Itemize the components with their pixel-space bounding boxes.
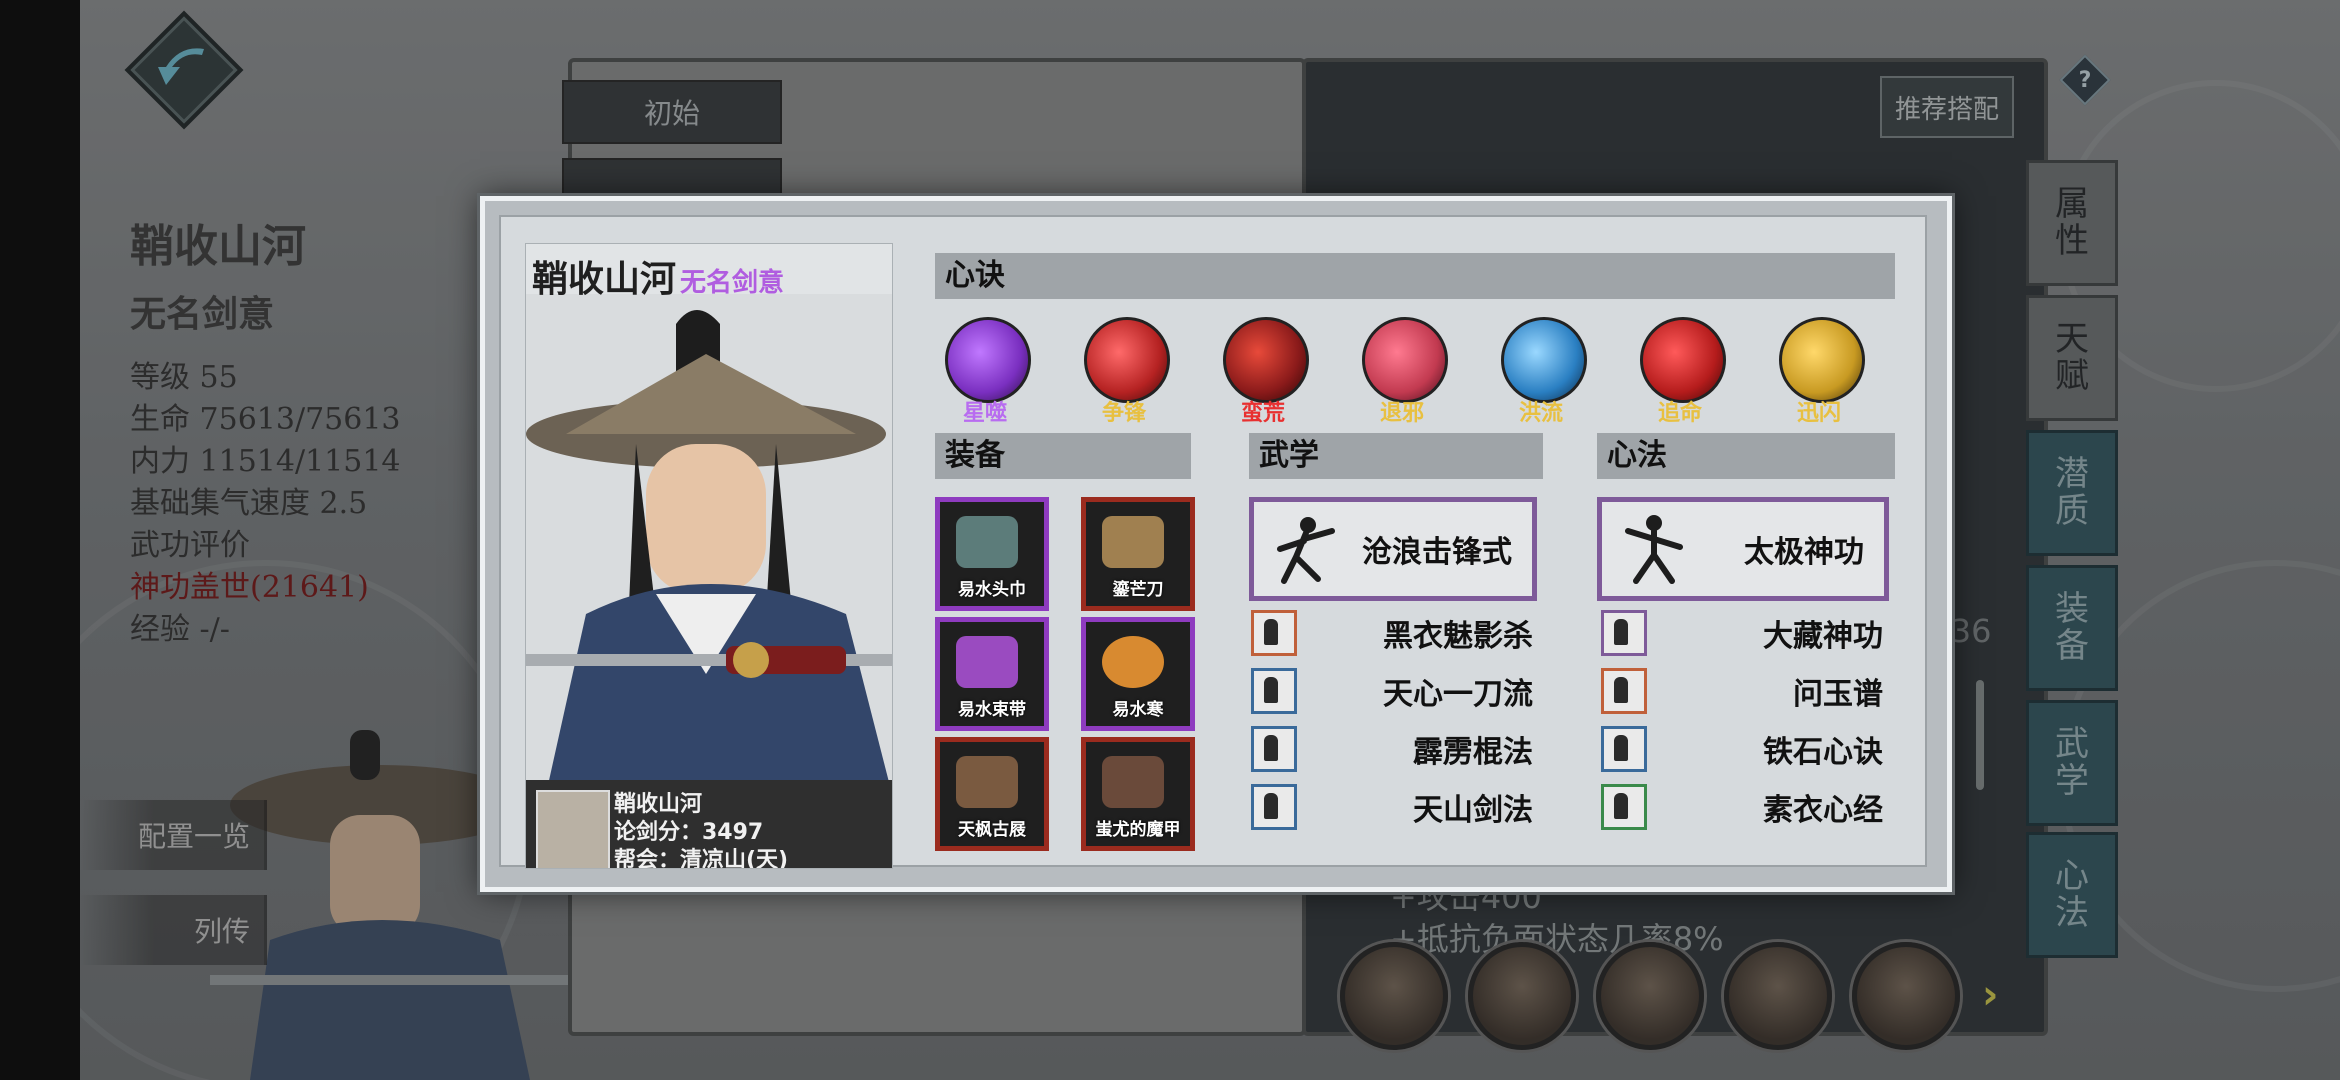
equip-slot-accessory[interactable]: 易水寒 (1081, 617, 1195, 731)
equip-slot-armor[interactable]: 蚩尤的魔甲 (1081, 737, 1195, 851)
section-martial-label: 武学 (1259, 438, 1319, 473)
equip-label: 天枫古屐 (958, 820, 1026, 840)
mental-skill[interactable]: 问玉谱 (1601, 668, 1883, 714)
section-equipment: 装备 (935, 433, 1191, 479)
meditation-icon (1601, 726, 1647, 772)
bracelet-icon (1102, 636, 1164, 688)
dialog-content: 鞘收山河 无名剑意 鞘收山河 论剑分：3497 帮会：清凉山(天) 心诀 星噬 争… (499, 215, 1927, 869)
martial-skill[interactable]: 天心一刀流 (1251, 668, 1533, 714)
card-name-text: 鞘收山河 (532, 258, 677, 300)
skill-tuixie-label: 退邪 (1379, 401, 1424, 426)
card-character-name: 鞘收山河 无名剑意 (532, 250, 784, 302)
info-guild: 帮会：清凉山(天) (614, 848, 789, 869)
mental-skill-label: 大藏神功 (1763, 619, 1883, 654)
martial-skill-label: 天山剑法 (1413, 793, 1533, 828)
shoes-icon (956, 756, 1018, 808)
equip-slot-weapon[interactable]: 鎏芒刀 (1081, 497, 1195, 611)
armor-icon (1102, 756, 1164, 808)
martial-main-skill[interactable]: 沧浪击锋式 (1249, 497, 1537, 601)
portrait-card: 鞘收山河 无名剑意 鞘收山河 论剑分：3497 帮会：清凉山(天) (525, 243, 893, 869)
card-title-text: 无名剑意 (680, 268, 785, 298)
martial-skill-label: 黑衣魅影杀 (1383, 619, 1533, 654)
martial-figure-icon (1251, 668, 1297, 714)
skill-zhengfeng-icon[interactable] (1084, 317, 1170, 403)
mental-skill-label: 铁石心诀 (1763, 735, 1883, 770)
section-mental: 心法 (1597, 433, 1895, 479)
mental-main-skill[interactable]: 太极神功 (1597, 497, 1889, 601)
section-xinjue: 心诀 (935, 253, 1895, 299)
section-xinjue-label: 心诀 (945, 258, 1005, 293)
skill-manhuang-label: 蛮荒 (1240, 401, 1285, 426)
mental-skill[interactable]: 素衣心经 (1601, 784, 1883, 830)
section-mental-label: 心法 (1607, 438, 1667, 473)
equip-slot-belt[interactable]: 易水束带 (935, 617, 1049, 731)
skill-manhuang-icon[interactable] (1223, 317, 1309, 403)
equip-label: 易水头巾 (958, 580, 1026, 600)
belt-icon (956, 636, 1018, 688)
mental-skill[interactable]: 大藏神功 (1601, 610, 1883, 656)
martial-stance-icon (1277, 517, 1335, 584)
skill-zhuiming-icon[interactable] (1640, 317, 1726, 403)
martial-skill-label: 天心一刀流 (1383, 677, 1533, 712)
martial-skill[interactable]: 天山剑法 (1251, 784, 1533, 830)
section-equipment-label: 装备 (945, 438, 1005, 473)
martial-skill[interactable]: 霹雳棍法 (1251, 726, 1533, 772)
meditation-icon (1601, 668, 1647, 714)
martial-skill-label: 霹雳棍法 (1413, 735, 1533, 770)
character-portrait (526, 294, 892, 794)
skill-hongliu-icon[interactable] (1501, 317, 1587, 403)
skill-tuixie-icon[interactable] (1362, 317, 1448, 403)
headband-icon (956, 516, 1018, 568)
equip-label: 易水寒 (1112, 700, 1164, 720)
skill-xunshan-icon[interactable] (1779, 317, 1865, 403)
skill-zhuiming-label: 追命 (1657, 401, 1702, 426)
skill-xingshi-label: 星噬 (962, 401, 1007, 426)
skill-zhengfeng-label: 争锋 (1101, 401, 1146, 426)
mental-skill-label: 素衣心经 (1763, 793, 1883, 828)
equip-slot-head[interactable]: 易水头巾 (935, 497, 1049, 611)
martial-figure-icon (1251, 726, 1297, 772)
character-detail-dialog: 鞘收山河 无名剑意 鞘收山河 论剑分：3497 帮会：清凉山(天) 心诀 星噬 争… (480, 196, 1952, 892)
martial-skill[interactable]: 黑衣魅影杀 (1251, 610, 1533, 656)
mental-skill-label: 问玉谱 (1793, 677, 1883, 712)
mental-main-label: 太极神功 (1744, 535, 1864, 570)
martial-figure-icon (1251, 610, 1297, 656)
martial-figure-icon (1251, 784, 1297, 830)
mental-stance-icon (1625, 515, 1683, 584)
section-martial: 武学 (1249, 433, 1543, 479)
meditation-icon (1601, 784, 1647, 830)
equip-slot-shoes[interactable]: 天枫古屐 (935, 737, 1049, 851)
skill-xunshan-label: 迅闪 (1796, 401, 1841, 426)
meditation-icon (1601, 610, 1647, 656)
card-info-bar: 鞘收山河 论剑分：3497 帮会：清凉山(天) (526, 780, 892, 868)
equip-label: 蚩尤的魔甲 (1095, 820, 1181, 840)
blade-icon (1102, 516, 1164, 568)
martial-main-label: 沧浪击锋式 (1362, 535, 1512, 570)
skill-hongliu-label: 洪流 (1518, 401, 1563, 426)
avatar (536, 790, 610, 868)
skill-xingshi-icon[interactable] (945, 317, 1031, 403)
mental-skill[interactable]: 铁石心诀 (1601, 726, 1883, 772)
equip-label: 鎏芒刀 (1112, 580, 1164, 600)
equip-label: 易水束带 (958, 700, 1026, 720)
